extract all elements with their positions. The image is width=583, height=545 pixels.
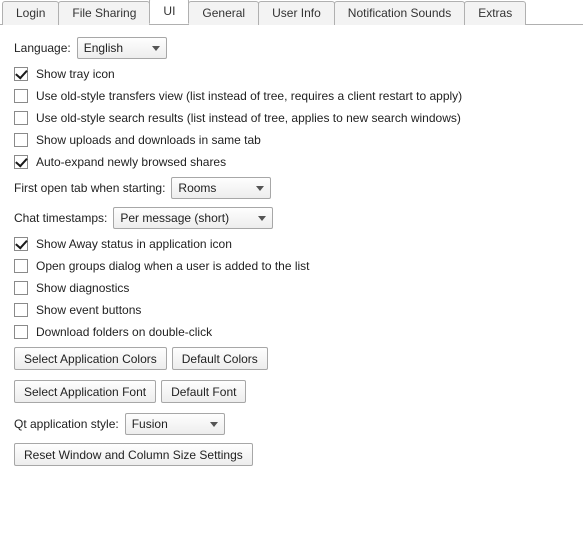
tab-user-info[interactable]: User Info [258, 1, 335, 25]
first-tab-select[interactable]: Rooms [171, 177, 271, 199]
timestamps-select[interactable]: Per message (short) [113, 207, 273, 229]
chevron-down-icon [258, 216, 266, 221]
checkbox-box [14, 259, 28, 273]
checkbox-awayIcon[interactable]: Show Away status in application icon [14, 237, 232, 251]
ui-settings-pane: Language: English Show tray icon Use old-… [0, 25, 583, 488]
select-colors-button[interactable]: Select Application Colors [14, 347, 167, 370]
checkbox-diagnostics[interactable]: Show diagnostics [14, 281, 129, 295]
qt-style-label: Qt application style: [14, 417, 119, 431]
tab-file-sharing[interactable]: File Sharing [58, 1, 150, 25]
reset-sizes-button[interactable]: Reset Window and Column Size Settings [14, 443, 253, 466]
checkbox-box [14, 111, 28, 125]
checkbox-oldSearch[interactable]: Use old-style search results (list inste… [14, 111, 461, 125]
option-autoExpand: Auto-expand newly browsed shares [14, 155, 569, 169]
checkbox-label: Show Away status in application icon [36, 237, 232, 251]
reset-sizes-label: Reset Window and Column Size Settings [24, 448, 243, 462]
option-groupsDialog: Open groups dialog when a user is added … [14, 259, 569, 273]
checkbox-box [14, 303, 28, 317]
first-tab-label: First open tab when starting: [14, 181, 165, 195]
language-label: Language: [14, 41, 71, 55]
tab-extras[interactable]: Extras [464, 1, 526, 25]
chevron-down-icon [256, 186, 264, 191]
checkbox-box [14, 237, 28, 251]
checkbox-box [14, 155, 28, 169]
tab-ui[interactable]: UI [149, 0, 189, 24]
checkbox-groupsDialog[interactable]: Open groups dialog when a user is added … [14, 259, 310, 273]
checkbox-label: Show uploads and downloads in same tab [36, 133, 261, 147]
language-select[interactable]: English [77, 37, 167, 59]
checkbox-oldTransfers[interactable]: Use old-style transfers view (list inste… [14, 89, 462, 103]
checkbox-sameTab[interactable]: Show uploads and downloads in same tab [14, 133, 261, 147]
checkbox-label: Auto-expand newly browsed shares [36, 155, 226, 169]
checkbox-tray[interactable]: Show tray icon [14, 67, 115, 81]
checkbox-label: Use old-style search results (list inste… [36, 111, 461, 125]
checkbox-box [14, 67, 28, 81]
timestamps-label: Chat timestamps: [14, 211, 107, 225]
checkbox-box [14, 325, 28, 339]
language-value: English [84, 41, 144, 55]
option-oldTransfers: Use old-style transfers view (list inste… [14, 89, 569, 103]
default-colors-label: Default Colors [182, 352, 258, 366]
chevron-down-icon [152, 46, 160, 51]
tab-bar: LoginFile SharingUIGeneralUser InfoNotif… [0, 0, 583, 25]
chevron-down-icon [210, 422, 218, 427]
checkbox-label: Show event buttons [36, 303, 141, 317]
checkbox-dlDblClick[interactable]: Download folders on double-click [14, 325, 212, 339]
timestamps-value: Per message (short) [120, 211, 250, 225]
option-oldSearch: Use old-style search results (list inste… [14, 111, 569, 125]
option-tray: Show tray icon [14, 67, 569, 81]
qt-style-select[interactable]: Fusion [125, 413, 225, 435]
checkbox-label: Open groups dialog when a user is added … [36, 259, 310, 273]
checkbox-autoExpand[interactable]: Auto-expand newly browsed shares [14, 155, 226, 169]
select-colors-label: Select Application Colors [24, 352, 157, 366]
option-eventButtons: Show event buttons [14, 303, 569, 317]
select-font-button[interactable]: Select Application Font [14, 380, 156, 403]
default-font-label: Default Font [171, 385, 236, 399]
default-colors-button[interactable]: Default Colors [172, 347, 268, 370]
default-font-button[interactable]: Default Font [161, 380, 246, 403]
tab-general[interactable]: General [188, 1, 259, 25]
checkbox-box [14, 133, 28, 147]
checkbox-label: Show tray icon [36, 67, 115, 81]
tab-login[interactable]: Login [2, 1, 59, 25]
first-tab-value: Rooms [178, 181, 248, 195]
option-diagnostics: Show diagnostics [14, 281, 569, 295]
tab-notification-sounds[interactable]: Notification Sounds [334, 1, 465, 25]
checkbox-label: Use old-style transfers view (list inste… [36, 89, 462, 103]
checkbox-box [14, 281, 28, 295]
checkbox-box [14, 89, 28, 103]
checkbox-label: Download folders on double-click [36, 325, 212, 339]
checkbox-eventButtons[interactable]: Show event buttons [14, 303, 141, 317]
select-font-label: Select Application Font [24, 385, 146, 399]
option-awayIcon: Show Away status in application icon [14, 237, 569, 251]
qt-style-value: Fusion [132, 417, 202, 431]
option-dlDblClick: Download folders on double-click [14, 325, 569, 339]
checkbox-label: Show diagnostics [36, 281, 129, 295]
option-sameTab: Show uploads and downloads in same tab [14, 133, 569, 147]
